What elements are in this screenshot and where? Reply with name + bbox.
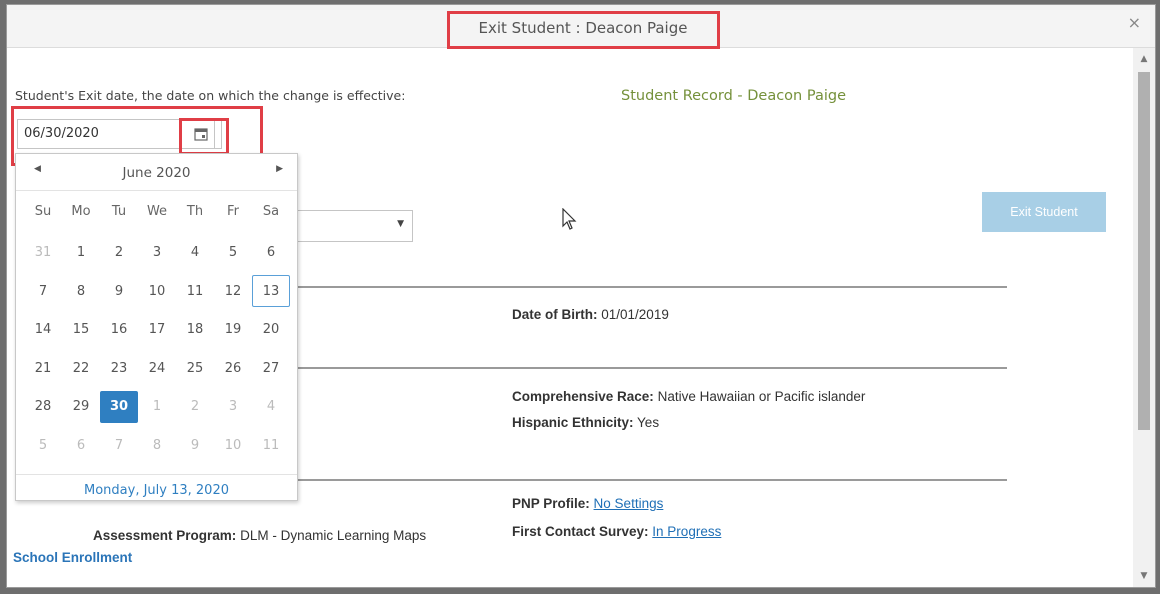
race-label: Comprehensive Race: <box>512 389 654 404</box>
calendar-header: ◀ June 2020 ▶ <box>16 154 297 191</box>
calendar-day[interactable]: 23 <box>100 352 138 384</box>
calendar-day[interactable]: 16 <box>100 314 138 346</box>
calendar-today-footer[interactable]: Monday, July 13, 2020 <box>16 474 297 498</box>
exit-student-dialog: Exit Student : Deacon Paige × ▲ ▼ Studen… <box>6 4 1156 588</box>
hispanic-ethnicity: Hispanic Ethnicity: Yes <box>512 415 659 430</box>
assessment-program: Assessment Program: DLM - Dynamic Learni… <box>93 528 426 543</box>
calendar-day[interactable]: 25 <box>176 352 214 384</box>
calendar-week-row: 21 22 23 24 25 26 27 <box>24 352 290 391</box>
pnp-settings-link[interactable]: No Settings <box>594 496 664 511</box>
calendar-button-highlight-box <box>179 118 229 155</box>
calendar-day[interactable]: 10 <box>214 429 252 461</box>
section-divider <box>277 367 1007 369</box>
calendar-week-row: 14 15 16 17 18 19 20 <box>24 314 290 353</box>
assessment-value: DLM - Dynamic Learning Maps <box>240 528 427 543</box>
exit-reason-select[interactable]: ▼ <box>285 210 413 242</box>
calendar-day[interactable]: 31 <box>24 237 62 269</box>
exit-date-label: Student's Exit date, the date on which t… <box>15 88 406 103</box>
calendar-day[interactable]: 21 <box>24 352 62 384</box>
calendar-day[interactable]: 2 <box>100 237 138 269</box>
date-picker-popup: ◀ June 2020 ▶ Su Mo Tu We Th Fr Sa 31 1 … <box>15 153 298 501</box>
calendar-day[interactable]: 2 <box>176 391 214 423</box>
calendar-week-row: 28 29 30 1 2 3 4 <box>24 390 290 430</box>
weekday-label: Sa <box>262 203 280 219</box>
calendar-day[interactable]: 11 <box>252 429 290 461</box>
vertical-scrollbar[interactable]: ▲ ▼ <box>1133 48 1155 587</box>
calendar-day[interactable]: 8 <box>138 429 176 461</box>
weekday-label: Mo <box>71 203 91 219</box>
calendar-day[interactable]: 14 <box>24 314 62 346</box>
weekday-header-row: Su Mo Tu We Th Fr Sa <box>24 198 290 237</box>
school-enrollment-heading[interactable]: School Enrollment <box>13 550 132 565</box>
scrollbar-thumb[interactable] <box>1138 72 1150 430</box>
calendar-day[interactable]: 26 <box>214 352 252 384</box>
calendar-day[interactable]: 18 <box>176 314 214 346</box>
calendar-day[interactable]: 5 <box>214 237 252 269</box>
close-icon[interactable]: × <box>1128 13 1141 32</box>
next-month-icon[interactable]: ▶ <box>276 164 283 174</box>
section-divider <box>277 286 1007 288</box>
mouse-cursor-icon <box>562 207 578 236</box>
calendar-day[interactable]: 3 <box>138 237 176 269</box>
exit-student-button[interactable]: Exit Student <box>982 192 1106 232</box>
calendar-day[interactable]: 15 <box>62 314 100 346</box>
calendar-day[interactable]: 19 <box>214 314 252 346</box>
calendar-day[interactable]: 6 <box>252 237 290 269</box>
chevron-down-icon[interactable]: ▼ <box>397 219 404 229</box>
calendar-day[interactable]: 24 <box>138 352 176 384</box>
calendar-day[interactable]: 3 <box>214 391 252 423</box>
weekday-label: We <box>146 203 168 219</box>
title-highlight-box <box>447 11 720 49</box>
dialog-titlebar: Exit Student : Deacon Paige × <box>7 5 1155 49</box>
calendar-day[interactable]: 4 <box>176 237 214 269</box>
assessment-label: Assessment Program: <box>93 528 237 543</box>
calendar-day[interactable]: 5 <box>24 429 62 461</box>
scroll-down-icon[interactable]: ▼ <box>1138 571 1150 581</box>
calendar-grid: Su Mo Tu We Th Fr Sa 31 1 2 3 4 5 6 7 8 … <box>24 198 290 468</box>
calendar-day[interactable]: 10 <box>138 275 176 307</box>
calendar-day[interactable]: 22 <box>62 352 100 384</box>
hispanic-value: Yes <box>637 415 660 430</box>
calendar-day[interactable]: 8 <box>62 275 100 307</box>
calendar-day-today[interactable]: 13 <box>252 275 290 307</box>
calendar-day[interactable]: 7 <box>24 275 62 307</box>
calendar-month-label[interactable]: June 2020 <box>16 165 297 181</box>
calendar-day[interactable]: 9 <box>100 275 138 307</box>
fcs-progress-link[interactable]: In Progress <box>652 524 721 539</box>
calendar-day-selected[interactable]: 30 <box>100 390 138 423</box>
calendar-day[interactable]: 17 <box>138 314 176 346</box>
calendar-day[interactable]: 12 <box>214 275 252 307</box>
calendar-day[interactable]: 20 <box>252 314 290 346</box>
weekday-label: Su <box>34 203 52 219</box>
calendar-day[interactable]: 6 <box>62 429 100 461</box>
dob-label: Date of Birth: <box>512 307 598 322</box>
calendar-day[interactable]: 1 <box>138 391 176 423</box>
calendar-day[interactable]: 27 <box>252 352 290 384</box>
weekday-label: Fr <box>227 203 239 219</box>
hispanic-label: Hispanic Ethnicity: <box>512 415 634 430</box>
calendar-week-row: 31 1 2 3 4 5 6 <box>24 237 290 276</box>
dob-value: 01/01/2019 <box>601 307 669 322</box>
student-record-title: Student Record - Deacon Paige <box>621 88 846 104</box>
date-of-birth: Date of Birth: 01/01/2019 <box>512 307 669 322</box>
weekday-label: Tu <box>111 203 127 219</box>
scroll-up-icon[interactable]: ▲ <box>1138 54 1150 64</box>
calendar-week-row: 7 8 9 10 11 12 13 <box>24 275 290 314</box>
calendar-day[interactable]: 7 <box>100 429 138 461</box>
fcs-label: First Contact Survey: <box>512 524 649 539</box>
section-divider <box>277 479 1007 481</box>
pnp-label: PNP Profile: <box>512 496 590 511</box>
calendar-day[interactable]: 4 <box>252 391 290 423</box>
calendar-week-row: 5 6 7 8 9 10 11 <box>24 429 290 468</box>
first-contact-survey: First Contact Survey: In Progress <box>512 524 721 539</box>
calendar-day[interactable]: 1 <box>62 237 100 269</box>
calendar-day[interactable]: 29 <box>62 391 100 423</box>
pnp-profile: PNP Profile: No Settings <box>512 496 663 511</box>
race-value: Native Hawaiian or Pacific islander <box>657 389 866 404</box>
calendar-day[interactable]: 11 <box>176 275 214 307</box>
calendar-day[interactable]: 9 <box>176 429 214 461</box>
comprehensive-race: Comprehensive Race: Native Hawaiian or P… <box>512 389 865 404</box>
calendar-day[interactable]: 28 <box>24 391 62 423</box>
weekday-label: Th <box>186 203 204 219</box>
